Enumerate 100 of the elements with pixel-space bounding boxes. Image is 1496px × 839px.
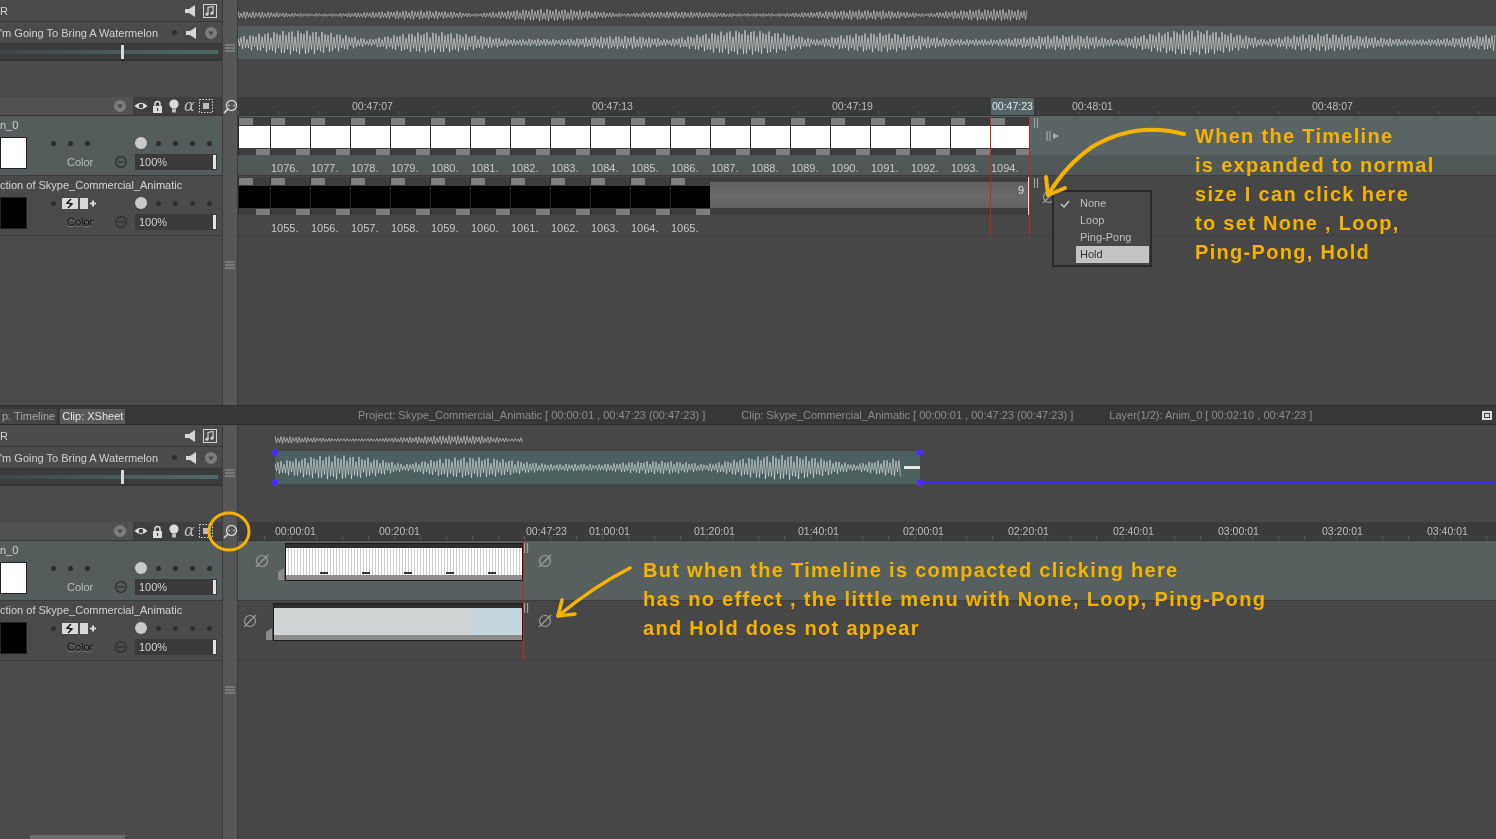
dot-icon[interactable]	[156, 565, 161, 571]
frame-cell[interactable]	[310, 117, 350, 155]
grip-icon[interactable]	[225, 686, 235, 694]
dot-icon[interactable]	[156, 200, 161, 206]
menu-item[interactable]: Hold	[1076, 246, 1149, 263]
slider-thumb[interactable]	[213, 639, 216, 654]
image-placeholder[interactable]	[273, 603, 523, 641]
menu-item[interactable]: None	[1076, 195, 1149, 212]
circle-icon[interactable]	[135, 622, 147, 634]
bulb-icon[interactable]	[169, 99, 179, 113]
scrollbar-thumb[interactable]	[30, 835, 125, 839]
opacity-field[interactable]: 100%	[135, 638, 217, 655]
lightning-toggle-icon[interactable]	[62, 622, 78, 634]
dot-icon[interactable]	[173, 565, 178, 571]
dot-icon[interactable]	[173, 200, 178, 206]
magnifier-icon[interactable]	[223, 524, 237, 539]
frame-cell[interactable]	[590, 117, 630, 155]
frame-cell[interactable]	[238, 117, 270, 155]
frame-cell[interactable]	[510, 177, 550, 215]
frame-cell[interactable]	[630, 117, 670, 155]
corner-handle-icon[interactable]	[917, 449, 923, 455]
dot-icon[interactable]	[190, 140, 195, 146]
frame-cell[interactable]	[550, 117, 590, 155]
frame-cell[interactable]	[790, 117, 830, 155]
dot-icon[interactable]	[172, 455, 177, 460]
slider-thumb[interactable]	[121, 469, 125, 484]
dot-icon[interactable]	[51, 565, 56, 571]
plus-toggle-icon[interactable]	[80, 197, 96, 209]
frame-cell[interactable]	[350, 117, 390, 155]
speaker-icon[interactable]	[185, 429, 197, 442]
dotted-square-icon[interactable]	[198, 99, 213, 113]
menu-item[interactable]: Ping-Pong	[1076, 229, 1149, 246]
lightning-toggle-icon[interactable]	[62, 197, 78, 209]
circle-icon[interactable]	[135, 137, 147, 149]
slider-thumb[interactable]	[213, 214, 216, 229]
panel-tab[interactable]: Clip: XSheet	[60, 409, 126, 424]
menu-item[interactable]: Loop	[1076, 212, 1149, 229]
frame-cell[interactable]	[430, 177, 470, 215]
dot-icon[interactable]	[68, 140, 73, 146]
window-icon[interactable]	[1482, 410, 1492, 420]
alpha-toggle[interactable]: α	[184, 98, 195, 114]
eye-icon[interactable]	[134, 526, 148, 536]
opacity-field[interactable]: 100%	[135, 578, 217, 595]
frame-cell[interactable]	[990, 117, 1030, 155]
time-ruler[interactable]: 00:47:07 00:47:13 00:47:19 00:47:23 00:48:01 00:48:07	[238, 97, 1496, 116]
music-note-icon[interactable]	[203, 428, 217, 443]
layer-header[interactable]: n_0 Color 100%	[0, 541, 222, 601]
hold-bar[interactable]: 9	[710, 177, 1030, 215]
corner-handle-icon[interactable]	[272, 449, 278, 455]
slider-thumb[interactable]	[213, 154, 216, 169]
speaker-icon[interactable]	[185, 4, 197, 17]
frame-cell[interactable]	[710, 117, 750, 155]
dot-icon[interactable]	[207, 625, 212, 631]
frame-cell[interactable]	[670, 117, 710, 155]
speaker-icon[interactable]	[186, 451, 198, 464]
slashed-circle-icon[interactable]	[538, 614, 552, 628]
dot-icon[interactable]	[156, 140, 161, 146]
volume-slider[interactable]	[0, 44, 218, 59]
grip-icon[interactable]	[225, 469, 235, 477]
frame-cell[interactable]	[950, 117, 990, 155]
circle-icon[interactable]	[135, 562, 147, 574]
plus-toggle-icon[interactable]	[80, 622, 96, 634]
lock-icon[interactable]	[152, 524, 163, 538]
frame-cell[interactable]	[470, 177, 510, 215]
end-marker-icon[interactable]	[1033, 178, 1039, 188]
frame-cell[interactable]	[590, 177, 630, 215]
frame-cell[interactable]	[550, 177, 590, 215]
dot-icon[interactable]	[173, 140, 178, 146]
dot-icon[interactable]	[207, 140, 212, 146]
level-strip[interactable]	[285, 543, 523, 581]
splitter-bar[interactable]	[222, 425, 238, 839]
end-marker-icon[interactable]	[1033, 118, 1039, 128]
frame-cell[interactable]	[630, 177, 670, 215]
dot-icon[interactable]	[85, 140, 90, 146]
frame-cell[interactable]	[470, 117, 510, 155]
dot-icon[interactable]	[207, 565, 212, 571]
slider-thumb[interactable]	[213, 579, 216, 594]
layer-header[interactable]: n_0 Color 100%	[0, 116, 222, 176]
alpha-toggle[interactable]: α	[184, 523, 195, 539]
dotted-square-icon[interactable]	[198, 524, 213, 538]
dot-icon[interactable]	[51, 625, 56, 631]
frame-cell[interactable]	[390, 177, 430, 215]
dot-icon[interactable]	[190, 200, 195, 206]
dot-icon[interactable]	[51, 200, 56, 206]
frame-cell[interactable]	[238, 177, 270, 215]
frame-cell[interactable]	[870, 117, 910, 155]
opacity-field[interactable]: 100%	[135, 153, 217, 170]
corner-handle-icon[interactable]	[272, 480, 278, 486]
frame-cell[interactable]	[390, 117, 430, 155]
frame-cell[interactable]	[750, 117, 790, 155]
dot-icon[interactable]	[68, 565, 73, 571]
dot-icon[interactable]	[156, 625, 161, 631]
corner-handle-icon[interactable]	[917, 480, 923, 486]
end-marker-icon[interactable]	[523, 543, 529, 553]
end-marker-icon[interactable]	[523, 603, 529, 613]
grip-icon[interactable]	[225, 261, 235, 269]
lock-icon[interactable]	[152, 99, 163, 113]
dot-icon[interactable]	[51, 140, 56, 146]
frame-cell[interactable]	[670, 177, 710, 215]
grip-icon[interactable]	[225, 44, 235, 52]
